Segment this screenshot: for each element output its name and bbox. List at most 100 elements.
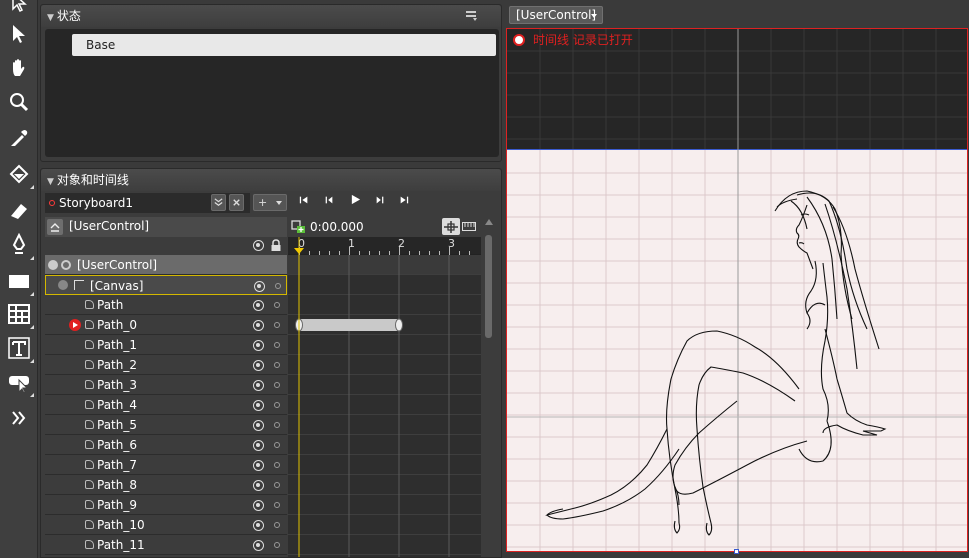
text-tool[interactable]	[3, 332, 35, 364]
expand-toggle-icon[interactable]	[48, 260, 58, 270]
close-storyboard-button[interactable]	[229, 194, 244, 211]
tree-row[interactable]: Path_5	[45, 415, 287, 435]
scope-row[interactable]: [UserControl]	[45, 217, 287, 237]
tree-item-label: Path_9	[97, 498, 137, 512]
lock-toggle-icon[interactable]	[274, 482, 280, 488]
lock-toggle-icon[interactable]	[274, 402, 280, 408]
rectangle-tool[interactable]	[3, 265, 35, 297]
woman-line-drawing[interactable]	[507, 29, 967, 552]
zoom-tool[interactable]	[3, 86, 35, 118]
artboard[interactable]: 时间线 记录已打开	[506, 28, 968, 552]
tree-row[interactable]: Path_8	[45, 475, 287, 495]
tree-row[interactable]: Path_0	[45, 315, 287, 335]
lock-toggle-icon[interactable]	[274, 342, 280, 348]
lock-toggle-icon[interactable]	[274, 382, 280, 388]
tree-row[interactable]: Path_10	[45, 515, 287, 535]
path-icon	[85, 360, 94, 369]
play-button[interactable]	[344, 194, 366, 212]
grid-layout-tool[interactable]	[3, 298, 35, 330]
visibility-eye-icon[interactable]	[253, 520, 264, 531]
go-to-last-frame-button[interactable]	[393, 194, 415, 212]
keyframe-span-bar[interactable]	[299, 319, 399, 331]
lock-all-icon[interactable]	[270, 239, 282, 252]
tree-item-label: Path_7	[97, 458, 137, 472]
tree-row[interactable]: Path_7	[45, 455, 287, 475]
scroll-up-arrow-icon[interactable]	[485, 219, 493, 225]
object-tree: [UserControl] [UserControl] [Canvas] Path P…	[45, 217, 287, 557]
selection-tool[interactable]	[3, 18, 35, 50]
visibility-eye-icon[interactable]	[253, 320, 264, 331]
asset-tool[interactable]	[3, 366, 35, 398]
visibility-eye-icon[interactable]	[253, 500, 264, 511]
go-to-first-frame-button[interactable]	[293, 194, 315, 212]
next-frame-button[interactable]	[369, 194, 391, 212]
recorded-keyframes-icon[interactable]	[69, 319, 81, 331]
collapse-triangle-icon[interactable]: ▼	[47, 177, 54, 187]
lock-toggle-icon[interactable]	[274, 462, 280, 468]
visibility-eye-icon[interactable]	[253, 480, 264, 491]
playhead-handle[interactable]	[294, 248, 304, 254]
previous-frame-button[interactable]	[318, 194, 340, 212]
visibility-eye-icon[interactable]	[253, 420, 264, 431]
breadcrumb-dropdown[interactable]: [UserControl]	[509, 6, 603, 24]
tree-row[interactable]: Path_11	[45, 535, 287, 555]
visibility-eye-icon[interactable]	[253, 380, 264, 391]
visibility-eye-icon[interactable]	[253, 440, 264, 451]
lock-toggle-icon[interactable]	[274, 322, 280, 328]
scope-up-button[interactable]	[47, 219, 63, 235]
tree-item-label: [Canvas]	[90, 279, 144, 293]
visibility-eye-icon[interactable]	[253, 460, 264, 471]
tree-row[interactable]: [Canvas]	[45, 275, 287, 295]
tree-row[interactable]: Path_2	[45, 355, 287, 375]
path-icon	[85, 540, 94, 549]
timeline-area[interactable]: 0:00.000 0123	[288, 217, 481, 557]
tree-row[interactable]: [UserControl]	[45, 255, 287, 275]
lock-toggle-icon[interactable]	[275, 283, 281, 289]
magnifier-icon	[10, 93, 29, 112]
expand-toggle-icon[interactable]	[58, 280, 68, 290]
visibility-eye-icon[interactable]	[253, 400, 264, 411]
show-all-eye-icon[interactable]	[253, 240, 264, 251]
lock-toggle-icon[interactable]	[274, 362, 280, 368]
artboard-resize-handle[interactable]	[734, 549, 739, 554]
collapse-triangle-icon[interactable]: ▼	[47, 13, 54, 23]
direct-selection-tool[interactable]	[3, 0, 35, 18]
keyframe-marker[interactable]	[395, 318, 403, 332]
tree-row[interactable]: Path	[45, 295, 287, 315]
lock-toggle-icon[interactable]	[274, 502, 280, 508]
visibility-eye-icon[interactable]	[254, 281, 265, 292]
tree-item-label: Path_1	[97, 338, 137, 352]
path-icon	[85, 420, 94, 429]
tree-row[interactable]: Path_6	[45, 435, 287, 455]
pan-tool[interactable]	[3, 52, 35, 84]
objects-panel-header[interactable]: ▼ 对象和时间线	[41, 169, 501, 191]
timeline-vertical-scrollbar[interactable]	[483, 217, 495, 557]
states-panel-header[interactable]: ▼ 状态	[41, 5, 501, 27]
new-storyboard-button[interactable]: +	[253, 194, 287, 211]
tree-row[interactable]: Path_4	[45, 395, 287, 415]
add-state-group-icon[interactable]	[465, 10, 479, 22]
paint-bucket-tool[interactable]	[3, 158, 35, 190]
visibility-eye-icon[interactable]	[253, 360, 264, 371]
tree-item-label: Path_11	[97, 538, 145, 552]
visibility-eye-icon[interactable]	[253, 300, 264, 311]
pen-tool[interactable]	[3, 229, 35, 261]
lock-toggle-icon[interactable]	[274, 302, 280, 308]
visibility-eye-icon[interactable]	[253, 340, 264, 351]
storyboard-options-button[interactable]	[211, 194, 226, 211]
state-base[interactable]: Base	[72, 34, 496, 56]
assets-panel-button[interactable]	[3, 402, 35, 434]
lock-toggle-icon[interactable]	[274, 542, 280, 548]
eyedropper-tool[interactable]	[3, 122, 35, 154]
scrollbar-thumb[interactable]	[485, 235, 492, 338]
lock-toggle-icon[interactable]	[274, 442, 280, 448]
lock-toggle-icon[interactable]	[274, 422, 280, 428]
tree-row[interactable]: Path_3	[45, 375, 287, 395]
lock-toggle-icon[interactable]	[274, 522, 280, 528]
step-forward-icon	[376, 196, 384, 204]
recording-indicator[interactable]: 时间线 记录已打开	[513, 33, 633, 47]
tree-row[interactable]: Path_1	[45, 335, 287, 355]
visibility-eye-icon[interactable]	[253, 540, 264, 551]
brush-transform-tool[interactable]	[3, 194, 35, 226]
tree-row[interactable]: Path_9	[45, 495, 287, 515]
